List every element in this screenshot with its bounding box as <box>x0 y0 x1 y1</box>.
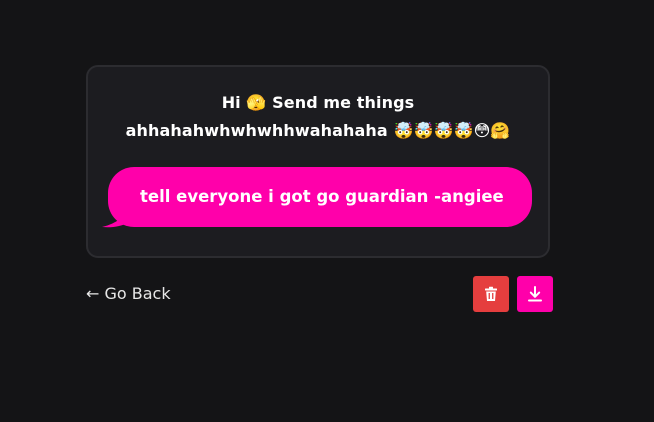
download-button[interactable] <box>517 276 553 312</box>
prompt-text: Hi 🫣 Send me things ahhahahwhwhwhhwahaha… <box>88 89 548 145</box>
download-icon <box>528 286 542 302</box>
message-card: Hi 🫣 Send me things ahhahahwhwhwhhwahaha… <box>86 65 550 258</box>
trash-icon <box>485 286 497 301</box>
delete-button[interactable] <box>473 276 509 312</box>
prompt-line-2: ahhahahwhwhwhhwahahaha 🤯🤯🤯🤯😳🤗 <box>125 121 511 140</box>
message-bubble: tell everyone i got go guardian -angiee <box>108 167 532 227</box>
prompt-line-1: Hi 🫣 Send me things <box>221 93 415 112</box>
go-back-link[interactable]: ← Go Back <box>86 283 171 305</box>
message-text: tell everyone i got go guardian -angiee <box>140 187 504 206</box>
